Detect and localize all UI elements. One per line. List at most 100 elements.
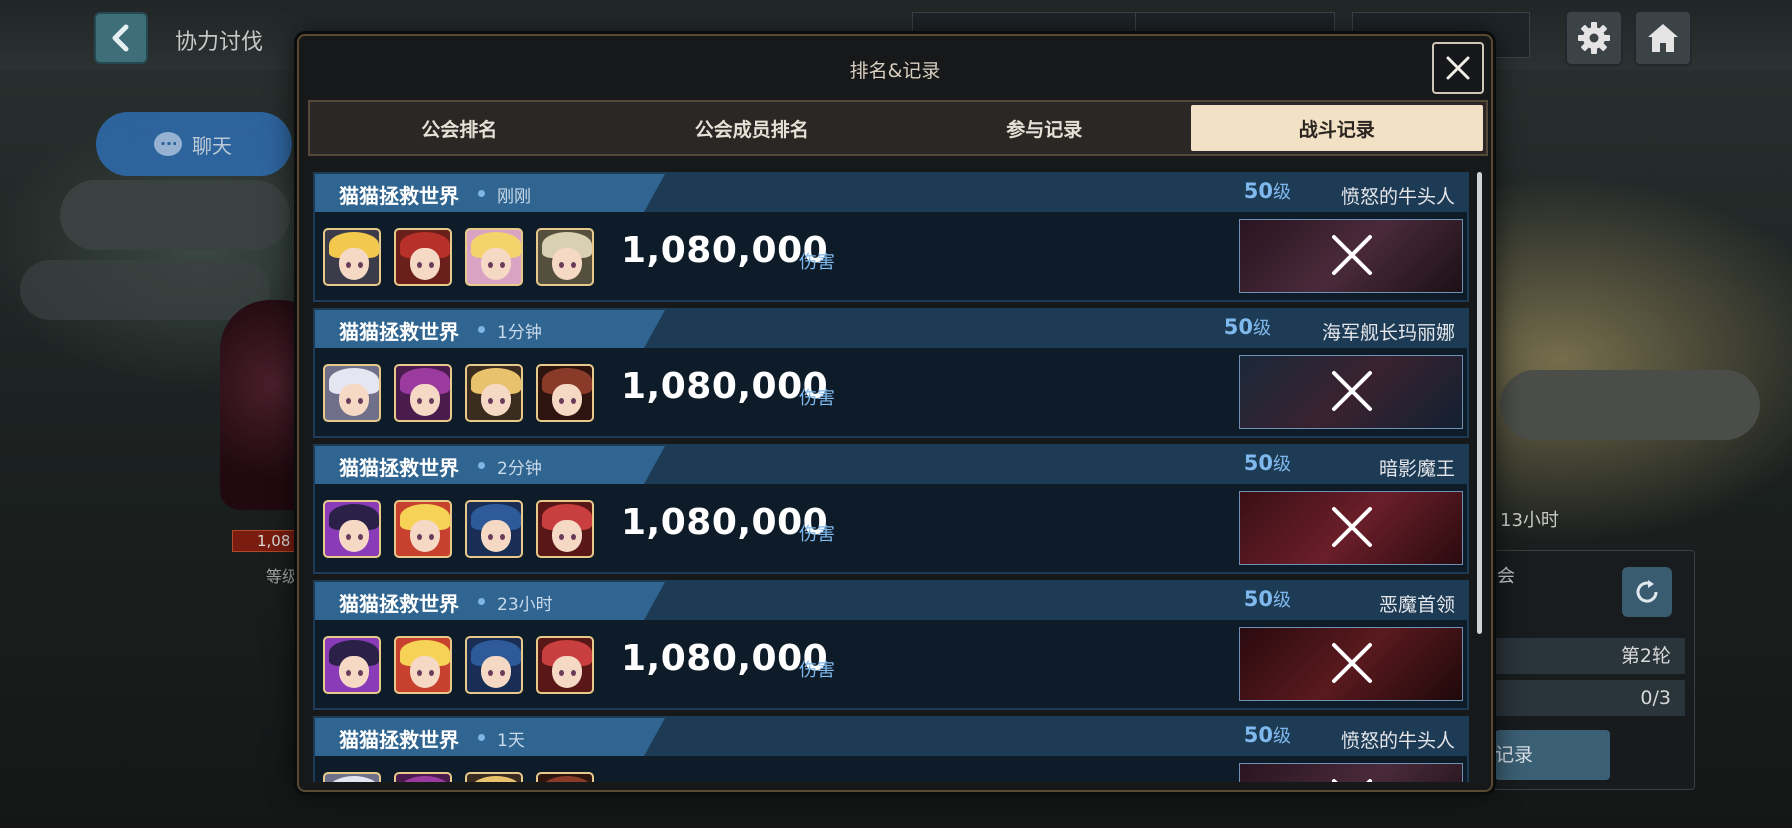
battle-record-entry[interactable]: 猫猫拯救世界 1天 50级 愤怒的牛头人 — [313, 716, 1469, 782]
settings-button[interactable] — [1565, 10, 1623, 66]
hero-face — [481, 248, 511, 280]
chat-bubble-icon — [154, 132, 182, 156]
defeated-cross-icon — [1332, 371, 1372, 411]
hero-hair — [329, 776, 379, 782]
hero-portrait[interactable] — [323, 364, 381, 422]
boss-name: 愤怒的牛头人 — [1340, 730, 1455, 752]
hero-portrait[interactable] — [536, 636, 594, 694]
guild-name: 猫猫拯救世界 — [339, 320, 459, 344]
hero-portrait[interactable] — [536, 500, 594, 558]
hero-portrait[interactable] — [394, 228, 452, 286]
close-button[interactable] — [1432, 42, 1484, 94]
damage-label: 伤害 — [799, 524, 835, 545]
battle-record-entry[interactable]: 猫猫拯救世界 2分钟 50级 暗影魔王 1,080,000 伤害 — [313, 444, 1469, 574]
background-pipe — [1500, 370, 1760, 440]
battle-record-entry[interactable]: 猫猫拯救世界 23小时 50级 恶魔首领 1,080,000 伤害 — [313, 580, 1469, 710]
guild-name: 猫猫拯救世界 — [339, 184, 459, 208]
boss-thumbnail[interactable] — [1239, 627, 1463, 701]
hero-eye — [571, 398, 576, 404]
hero-portrait[interactable] — [323, 636, 381, 694]
tab-member-ranking[interactable]: 公会成员排名 — [606, 105, 899, 151]
boss-thumbnail[interactable] — [1239, 355, 1463, 429]
hero-portrait[interactable] — [465, 364, 523, 422]
hero-portrait[interactable] — [323, 228, 381, 286]
tab-participation-record[interactable]: 参与记录 — [898, 105, 1191, 151]
hero-face — [339, 520, 369, 552]
hero-portrait[interactable] — [536, 772, 594, 782]
boss-level: 50级 — [1244, 586, 1291, 612]
hero-eye — [358, 398, 363, 404]
separator-dot — [478, 190, 485, 197]
hero-face — [552, 520, 582, 552]
boss-thumbnail[interactable] — [1239, 763, 1463, 782]
chevron-left-icon — [112, 24, 129, 52]
hero-face — [481, 520, 511, 552]
side-record-button[interactable]: 记录 — [1495, 730, 1610, 780]
background-pipe — [20, 260, 270, 320]
hero-portrait[interactable] — [465, 228, 523, 286]
hero-face — [410, 656, 440, 688]
hero-portrait[interactable] — [394, 772, 452, 782]
hero-portrait[interactable] — [465, 772, 523, 782]
damage-value: 1,080,000 — [621, 230, 829, 271]
hero-face — [481, 384, 511, 416]
defeated-cross-icon — [1332, 643, 1372, 683]
record-time: 刚刚 — [497, 187, 531, 207]
hero-face — [552, 248, 582, 280]
hero-eye — [559, 534, 564, 540]
boss-level-value: 50 — [1243, 451, 1273, 475]
hero-eye — [559, 262, 564, 268]
boss-thumbnail[interactable] — [1239, 219, 1463, 293]
tab-battle-record[interactable]: 战斗记录 — [1190, 105, 1483, 151]
boss-thumbnail[interactable] — [1239, 491, 1463, 565]
boss-level-value: 50 — [1223, 315, 1253, 339]
page-title: 协力讨伐 — [175, 30, 264, 55]
hero-portrait[interactable] — [394, 636, 452, 694]
hero-portrait[interactable] — [536, 364, 594, 422]
chat-button[interactable]: 聊天 — [96, 112, 292, 176]
battle-record-list[interactable]: 猫猫拯救世界 刚刚 50级 愤怒的牛头人 1,080,000 伤害 猫猫拯救世界… — [313, 170, 1475, 782]
refresh-button[interactable] — [1622, 567, 1672, 617]
background-level-text: 等级 — [266, 567, 299, 586]
entry-header — [315, 718, 1467, 756]
hero-portrait[interactable] — [323, 500, 381, 558]
home-button[interactable] — [1634, 10, 1692, 66]
close-icon — [1446, 56, 1470, 80]
damage-label: 伤害 — [799, 660, 835, 681]
side-timer-text: 13小时 — [1500, 510, 1559, 531]
boss-level: 50级 — [1244, 722, 1291, 748]
hero-face — [552, 656, 582, 688]
side-guild-text: 会 — [1497, 566, 1515, 587]
boss-name: 暗影魔王 — [1378, 458, 1455, 480]
hero-eye — [488, 670, 493, 676]
background-pipe — [60, 180, 290, 250]
ranking-record-modal: 排名&记录 公会排名 公会成员排名 参与记录 战斗记录 猫猫拯救世界 刚刚 50… — [297, 34, 1493, 792]
separator-dot — [478, 326, 485, 333]
entry-header — [315, 446, 1467, 484]
battle-record-entry[interactable]: 猫猫拯救世界 刚刚 50级 愤怒的牛头人 1,080,000 伤害 — [313, 172, 1469, 302]
hero-portrait[interactable] — [465, 500, 523, 558]
record-time: 23小时 — [497, 595, 553, 615]
hero-eye — [346, 398, 351, 404]
hero-eye — [346, 670, 351, 676]
damage-label: 伤害 — [799, 388, 835, 409]
back-button[interactable] — [94, 12, 148, 64]
hero-portrait[interactable] — [536, 228, 594, 286]
modal-title: 排名&记录 — [849, 60, 941, 82]
list-scrollbar[interactable] — [1477, 172, 1482, 634]
hero-face — [339, 384, 369, 416]
boss-level: 50级 — [1224, 314, 1271, 340]
hero-portrait[interactable] — [394, 500, 452, 558]
hero-eye — [500, 534, 505, 540]
hero-portrait[interactable] — [323, 772, 381, 782]
battle-record-entry[interactable]: 猫猫拯救世界 1分钟 50级 海军舰长玛丽娜 1,080,000 伤害 — [313, 308, 1469, 438]
entry-header — [315, 310, 1467, 348]
separator-dot — [478, 734, 485, 741]
hero-eye — [429, 534, 434, 540]
guild-name: 猫猫拯救世界 — [339, 456, 459, 480]
hero-portrait[interactable] — [394, 364, 452, 422]
boss-name: 海军舰长玛丽娜 — [1321, 322, 1455, 344]
hero-portrait[interactable] — [465, 636, 523, 694]
hero-eye — [358, 670, 363, 676]
tab-guild-ranking[interactable]: 公会排名 — [313, 105, 606, 151]
